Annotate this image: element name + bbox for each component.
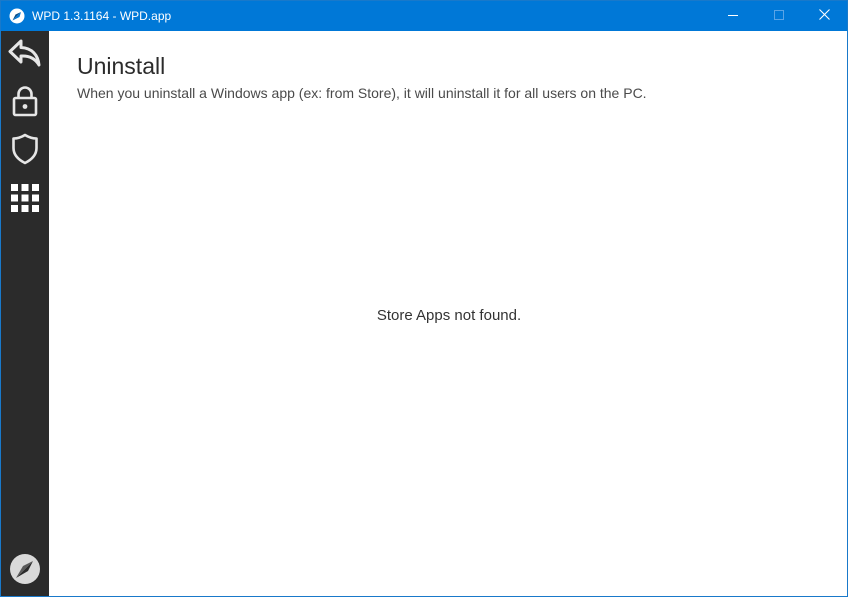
sidebar-item-privacy[interactable] [1, 80, 49, 126]
lock-icon [12, 85, 38, 122]
compass-icon [9, 553, 41, 590]
minimize-icon [728, 7, 738, 25]
minimize-button[interactable] [710, 1, 756, 31]
close-icon [818, 7, 830, 25]
apps-grid-icon [11, 183, 39, 217]
sidebar-item-back[interactable] [1, 32, 49, 78]
sidebar-item-apps[interactable] [1, 177, 49, 223]
empty-state-message: Store Apps not found. [376, 307, 522, 324]
maximize-button[interactable] [756, 1, 802, 31]
sidebar-item-security[interactable] [1, 128, 49, 174]
wpd-logo-icon [9, 8, 25, 24]
sidebar [1, 31, 49, 596]
window-title: WPD 1.3.1164 - WPD.app [32, 9, 172, 23]
page-subtitle: When you uninstall a Windows app (ex: fr… [77, 85, 647, 101]
maximize-icon [774, 7, 784, 25]
back-arrow-icon [8, 38, 42, 73]
close-button[interactable] [801, 1, 847, 31]
sidebar-item-about[interactable] [1, 548, 49, 594]
main-content: Uninstall When you uninstall a Windows a… [49, 31, 847, 596]
app-window: WPD 1.3.1164 - WPD.app Uninstall When yo… [0, 0, 848, 597]
page-title: Uninstall [77, 53, 166, 79]
title-bar[interactable]: WPD 1.3.1164 - WPD.app [1, 1, 847, 31]
shield-icon [11, 133, 39, 170]
